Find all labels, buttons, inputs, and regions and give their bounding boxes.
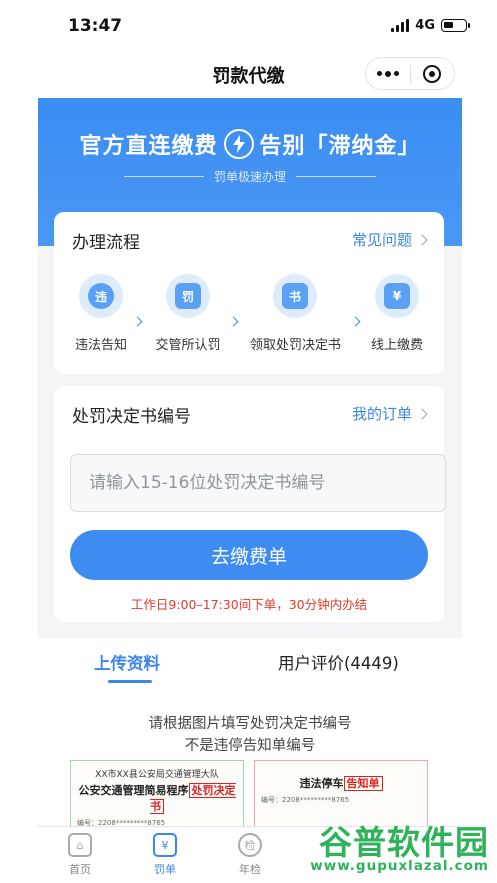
flow-step: 罚 交管所认罚 (143, 274, 233, 353)
process-flow-card: 办理流程 常见问题 违 违法告知 罚 交管所认罚 书 领取处罚决定书 ¥ 线上缴… (54, 212, 444, 374)
flow-step: 书 领取处罚决定书 (250, 274, 342, 353)
sample-doc-title: 公安交通管理简易程序 处罚决定书 (78, 783, 236, 814)
lightning-icon (223, 129, 254, 159)
flow-step: ¥ 线上缴费 (352, 274, 442, 353)
close-miniprogram-icon[interactable] (410, 58, 454, 89)
tabbar-label: 首页 (69, 863, 91, 876)
tabbar-ticket[interactable]: ¥ 罚单 (135, 833, 195, 877)
decision-number-card: 处罚决定书编号 我的订单 去缴费单 工作日9:00–17:30间下单，30分钟内… (54, 386, 446, 622)
flow-step: 违 违法告知 (56, 274, 146, 353)
go-pay-button[interactable]: 去缴费单 (70, 530, 428, 580)
flow-step-label: 交管所认罚 (155, 338, 221, 353)
worktime-note: 工作日9:00–17:30间下单，30分钟内办结 (130, 597, 368, 612)
nav-bar: 罚款代缴 (0, 50, 497, 98)
flow-step-label: 线上缴费 (370, 338, 423, 353)
sample-doc-header: XX市XX县公安局交通管理大队 (95, 770, 219, 780)
status-bar: 13:47 4G (0, 0, 497, 50)
tabbar-label: 罚单 (154, 863, 176, 876)
upload-hint-line1: 请根据图片填写处罚决定书编号 (148, 716, 352, 732)
chevron-right-icon (416, 233, 428, 246)
status-indicators: 4G (391, 18, 470, 33)
divider-line (296, 176, 376, 177)
divider-line (123, 176, 204, 177)
upload-hint-line2: 不是违停告知单编号 (184, 738, 316, 754)
sample-doc-title: 违法停车 告知单 (261, 775, 421, 791)
watermark-brand: 谷普软件园 (319, 823, 489, 862)
active-tab-indicator (108, 680, 152, 683)
home-icon: ⌂ (68, 833, 92, 857)
network-type: 4G (415, 18, 435, 33)
watermark-url: www.gupuxlazal.com (310, 858, 489, 874)
tabbar-home[interactable]: ⌂ 首页 (50, 833, 110, 877)
signal-icon (391, 19, 410, 32)
banner-headline-left: 官方直连缴费 (79, 134, 218, 159)
tab-reviews[interactable]: 用户评价(4449) (278, 650, 399, 674)
status-time: 13:47 (68, 16, 123, 36)
inspection-icon: 检 (238, 833, 262, 857)
chevron-right-icon (416, 407, 428, 420)
banner-subline-text: 罚单极速办理 (213, 170, 286, 184)
content-tabs: 上传资料 用户评价(4449) (38, 638, 462, 688)
more-menu-icon[interactable] (366, 58, 410, 89)
battery-icon (441, 19, 470, 32)
online-payment-icon: ¥ (375, 274, 419, 318)
miniprogram-capsule (365, 57, 455, 90)
my-orders-label: 我的订单 (351, 405, 412, 423)
process-flow-title: 办理流程 (72, 233, 140, 253)
decision-document-icon: 书 (273, 274, 317, 318)
decision-number-title: 处罚决定书编号 (72, 407, 191, 427)
site-watermark: 谷普软件园 www.gupuxlazal.com (264, 816, 489, 880)
faq-link-label: 常见问题 (351, 231, 412, 249)
my-orders-link[interactable]: 我的订单 (351, 403, 428, 424)
decision-number-field (70, 454, 446, 512)
faq-link[interactable]: 常见问题 (351, 229, 428, 250)
flow-step-label: 违法告知 (74, 338, 127, 353)
sample-doc-number: 编号：2208*********8765 (261, 796, 350, 804)
banner-headline-right: 告别「滞纳金」 (259, 134, 421, 159)
ticket-icon: ¥ (153, 833, 177, 857)
banner-subline: 罚单极速办理 (38, 168, 462, 185)
violation-notice-icon: 违 (79, 274, 123, 318)
penalty-form-icon: 罚 (166, 274, 210, 318)
banner-headline: 官方直连缴费 告别「滞纳金」 (38, 128, 462, 160)
flow-step-label: 领取处罚决定书 (250, 338, 342, 353)
tab-upload[interactable]: 上传资料 (94, 650, 160, 674)
decision-number-input[interactable] (71, 455, 445, 511)
